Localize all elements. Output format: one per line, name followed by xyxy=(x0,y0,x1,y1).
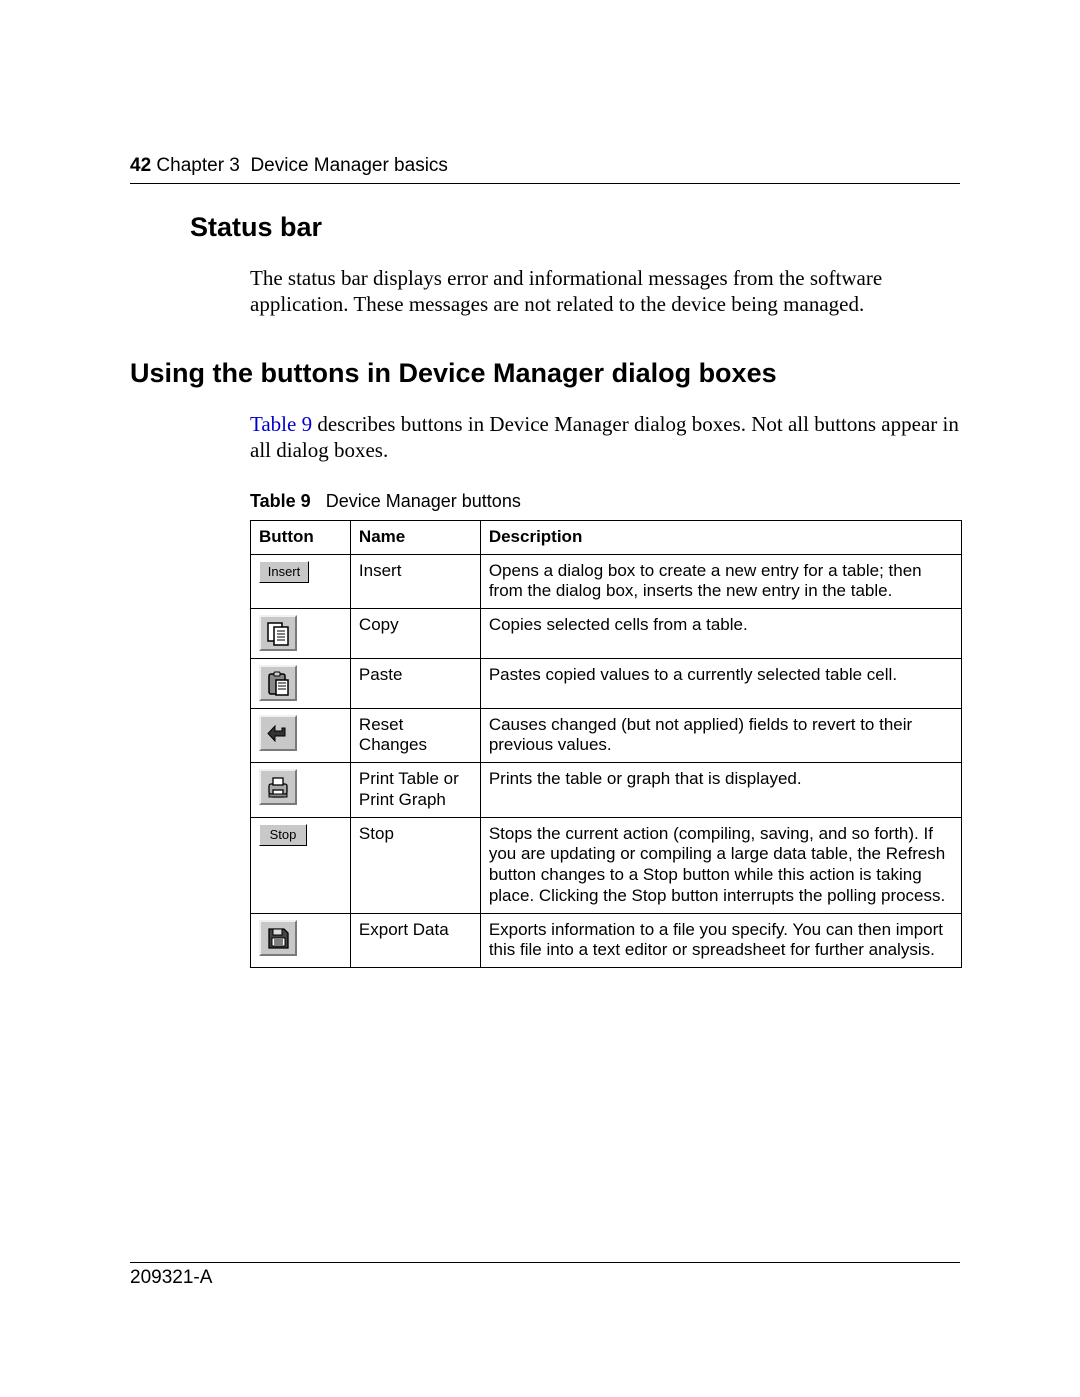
chapter-title: Device Manager basics xyxy=(250,155,447,176)
button-cell: Insert xyxy=(251,554,351,608)
status-bar-paragraph: The status bar displays error and inform… xyxy=(250,265,960,318)
table-caption-label: Table 9 xyxy=(250,491,311,511)
table-header-row: Button Name Description xyxy=(251,521,962,555)
button-name: Reset Changes xyxy=(350,708,480,762)
col-header-name: Name xyxy=(350,521,480,555)
button-description: Causes changed (but not applied) fields … xyxy=(480,708,961,762)
copy-icon xyxy=(265,620,291,646)
table-caption-title: Device Manager buttons xyxy=(326,491,521,511)
button-cell xyxy=(251,763,351,817)
using-buttons-intro-rest: describes buttons in Device Manager dial… xyxy=(250,412,959,462)
button-description: Copies selected cells from a table. xyxy=(480,609,961,659)
button-name: Paste xyxy=(350,658,480,708)
insert-button-label: Insert xyxy=(268,564,301,580)
stop-button[interactable]: Stop xyxy=(259,824,307,846)
using-buttons-intro: Table 9 describes buttons in Device Mana… xyxy=(250,411,960,464)
button-description: Exports information to a file you specif… xyxy=(480,913,961,967)
table-9-crossref[interactable]: Table 9 xyxy=(250,412,312,436)
printer-icon xyxy=(265,774,291,800)
button-name: Print Table or Print Graph xyxy=(350,763,480,817)
table-row: Reset Changes Causes changed (but not ap… xyxy=(251,708,962,762)
button-name: Insert xyxy=(350,554,480,608)
table-row: Export Data Exports information to a fil… xyxy=(251,913,962,967)
button-description: Stops the current action (compiling, sav… xyxy=(480,817,961,913)
table-row: Insert Insert Opens a dialog box to crea… xyxy=(251,554,962,608)
insert-button[interactable]: Insert xyxy=(259,561,309,583)
button-name: Copy xyxy=(350,609,480,659)
heading-status-bar: Status bar xyxy=(190,212,960,243)
copy-button[interactable] xyxy=(259,615,297,651)
running-header: 42 Chapter 3 Device Manager basics xyxy=(130,155,960,184)
button-cell xyxy=(251,708,351,762)
paste-button[interactable] xyxy=(259,665,297,701)
button-description: Opens a dialog box to create a new entry… xyxy=(480,554,961,608)
stop-button-label: Stop xyxy=(270,827,297,843)
page-footer: 209321-A xyxy=(130,1262,960,1289)
button-name: Export Data xyxy=(350,913,480,967)
page-number: 42 xyxy=(130,155,151,176)
col-header-description: Description xyxy=(480,521,961,555)
table-row: Print Table or Print Graph Prints the ta… xyxy=(251,763,962,817)
button-cell xyxy=(251,609,351,659)
table-row: Copy Copies selected cells from a table. xyxy=(251,609,962,659)
device-manager-buttons-table: Button Name Description Insert Insert Op… xyxy=(250,520,962,968)
button-cell xyxy=(251,913,351,967)
chapter-label: Chapter 3 xyxy=(156,155,239,176)
col-header-button: Button xyxy=(251,521,351,555)
print-button[interactable] xyxy=(259,769,297,805)
back-arrow-icon xyxy=(265,720,291,746)
button-name: Stop xyxy=(350,817,480,913)
button-cell: Stop xyxy=(251,817,351,913)
table-row: Paste Pastes copied values to a currentl… xyxy=(251,658,962,708)
button-description: Pastes copied values to a currently sele… xyxy=(480,658,961,708)
heading-using-buttons: Using the buttons in Device Manager dial… xyxy=(130,358,960,389)
floppy-disk-icon xyxy=(265,925,291,951)
reset-changes-button[interactable] xyxy=(259,715,297,751)
export-data-button[interactable] xyxy=(259,920,297,956)
table-caption: Table 9 Device Manager buttons xyxy=(250,491,960,512)
footer-rule xyxy=(130,1262,960,1263)
paste-icon xyxy=(265,670,291,696)
table-row: Stop Stop Stops the current action (comp… xyxy=(251,817,962,913)
button-description: Prints the table or graph that is displa… xyxy=(480,763,961,817)
button-cell xyxy=(251,658,351,708)
page: 42 Chapter 3 Device Manager basics Statu… xyxy=(0,0,1080,1397)
document-number: 209321-A xyxy=(130,1267,960,1289)
